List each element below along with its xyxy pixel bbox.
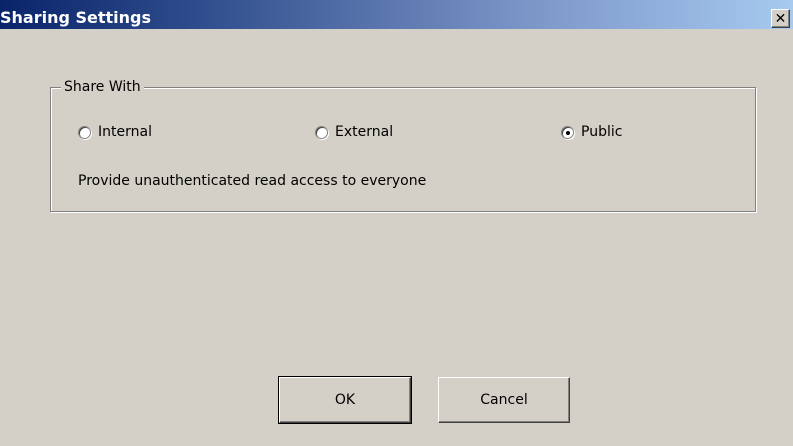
radio-internal-label[interactable]: Internal [98, 123, 152, 141]
radio-public[interactable]: Public [561, 122, 622, 142]
cancel-button[interactable]: Cancel [438, 377, 570, 423]
dialog-title: Sharing Settings [0, 8, 152, 27]
close-button[interactable]: ✕ [771, 9, 790, 28]
radio-external[interactable]: External [315, 122, 393, 142]
share-with-groupbox [50, 87, 756, 212]
radio-external-label[interactable]: External [335, 123, 393, 141]
sharing-settings-dialog: Sharing Settings ✕ Share With Internal E… [0, 0, 793, 446]
radio-external-indicator[interactable] [315, 125, 328, 139]
title-bar[interactable]: Sharing Settings ✕ [0, 0, 793, 40]
radio-internal-indicator[interactable] [78, 125, 91, 139]
close-icon: ✕ [774, 10, 787, 27]
share-with-legend: Share With [61, 78, 144, 96]
radio-internal[interactable]: Internal [78, 122, 152, 142]
ok-button[interactable]: OK [278, 376, 412, 424]
share-description: Provide unauthenticated read access to e… [78, 173, 427, 189]
radio-public-label[interactable]: Public [581, 123, 622, 141]
radio-public-indicator[interactable] [561, 125, 574, 139]
